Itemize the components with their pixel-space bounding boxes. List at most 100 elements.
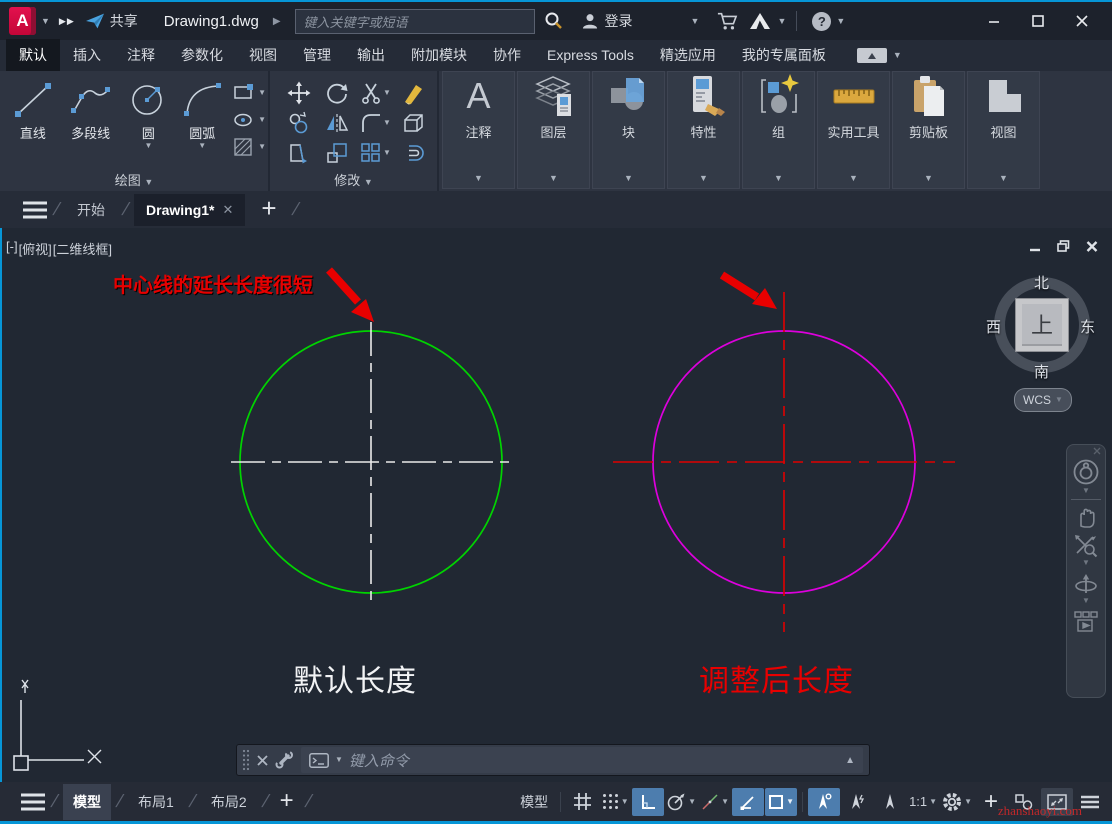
- modify-panel-footer[interactable]: 修改 ▼: [270, 170, 437, 189]
- box-button[interactable]: [401, 111, 425, 135]
- file-tab-drawing1[interactable]: Drawing1* ✕: [134, 194, 245, 226]
- offset-button[interactable]: [401, 141, 425, 165]
- hatch-caret-icon[interactable]: ▼: [258, 143, 266, 151]
- arc-button[interactable]: 圆弧 ▼: [175, 77, 229, 157]
- command-grip-icon[interactable]: [242, 749, 250, 771]
- arc-caret-icon[interactable]: ▼: [198, 142, 206, 150]
- viewport-minimize-icon[interactable]: [1029, 241, 1041, 252]
- orbit-icon[interactable]: [1073, 571, 1099, 597]
- viewport-control-minus[interactable]: [-]: [6, 239, 18, 258]
- viewcube-south[interactable]: 南: [1034, 361, 1049, 382]
- autodesk-logo-icon[interactable]: [743, 7, 777, 35]
- steering-wheel-caret-icon[interactable]: ▼: [1082, 487, 1090, 495]
- ellipse-caret-icon[interactable]: ▼: [258, 116, 266, 124]
- wcs-dropdown[interactable]: WCS▼: [1014, 388, 1072, 412]
- orbit-caret-icon[interactable]: ▼: [1082, 597, 1090, 605]
- steering-wheel-icon[interactable]: [1071, 457, 1101, 487]
- command-input[interactable]: ▼ 键入命令 ▲: [301, 747, 863, 773]
- maximize-button[interactable]: [1016, 6, 1060, 36]
- snap-caret-icon[interactable]: ▼: [621, 798, 629, 806]
- help-icon[interactable]: ?: [807, 7, 836, 35]
- rectangle-caret-icon[interactable]: ▼: [258, 89, 266, 97]
- zoom-caret-icon[interactable]: ▼: [1082, 559, 1090, 567]
- layout-menu-icon[interactable]: [20, 793, 46, 811]
- scale-caret-icon[interactable]: ▼: [929, 798, 937, 806]
- block-panel-caret-icon[interactable]: ▼: [624, 174, 633, 183]
- sign-in-label[interactable]: 登录: [605, 11, 633, 31]
- zoom-extents-icon[interactable]: [1073, 533, 1099, 559]
- groups-panel-caret-icon[interactable]: ▼: [774, 174, 783, 183]
- workspace-caret-icon[interactable]: ▼: [964, 798, 972, 806]
- line-button[interactable]: 直线: [6, 77, 60, 157]
- array-caret-icon[interactable]: ▼: [383, 149, 391, 157]
- workspace-gear-icon[interactable]: ▼: [940, 788, 974, 816]
- isodraft-toggle[interactable]: ▼: [699, 788, 731, 816]
- tab-featured-apps[interactable]: 精选应用: [647, 39, 729, 72]
- showmotion-icon[interactable]: [1072, 609, 1100, 635]
- tab-my-panel[interactable]: 我的专属面板: [729, 39, 839, 72]
- command-wrench-icon[interactable]: [275, 751, 293, 769]
- ellipse-button[interactable]: ▼: [233, 110, 266, 130]
- share-label[interactable]: 共享: [110, 11, 138, 31]
- new-drawing-icon[interactable]: +: [261, 193, 276, 224]
- ribbon-display-toggle[interactable]: [857, 48, 887, 63]
- annotation-scale-value[interactable]: 1:1▼: [907, 788, 939, 816]
- polar-tracking-toggle[interactable]: ▼: [665, 788, 698, 816]
- trim-caret-icon[interactable]: ▼: [383, 89, 391, 97]
- draw-panel-footer[interactable]: 绘图 ▼: [0, 170, 268, 189]
- file-tab-close-icon[interactable]: ✕: [223, 202, 234, 218]
- qat-expand-icon[interactable]: ▶▶: [54, 7, 80, 35]
- osnap-tracking-toggle[interactable]: [732, 788, 764, 816]
- layers-panel-caret-icon[interactable]: ▼: [549, 174, 558, 183]
- grid-display-toggle[interactable]: [566, 788, 598, 816]
- isodraft-caret-icon[interactable]: ▼: [721, 798, 729, 806]
- help-caret-icon[interactable]: ▼: [836, 17, 845, 26]
- panel-properties[interactable]: 特性 ▼: [667, 71, 740, 189]
- fillet-button[interactable]: ▼: [359, 111, 391, 135]
- app-menu-caret-icon[interactable]: ▼: [41, 17, 50, 26]
- minimize-button[interactable]: [972, 6, 1016, 36]
- utilities-panel-caret-icon[interactable]: ▼: [849, 174, 858, 183]
- layout-tab-model[interactable]: 模型: [63, 784, 111, 820]
- object-snap-toggle[interactable]: ▼: [765, 788, 797, 816]
- scale-button[interactable]: [325, 141, 349, 165]
- circle-button[interactable]: 圆 ▼: [122, 77, 176, 157]
- panel-utilities[interactable]: 实用工具 ▼: [817, 71, 890, 189]
- copy-button[interactable]: [287, 111, 311, 135]
- tab-view[interactable]: 视图: [236, 39, 290, 72]
- autodesk-caret-icon[interactable]: ▼: [777, 17, 786, 26]
- viewport-restore-icon[interactable]: [1057, 240, 1070, 252]
- viewport-control-view[interactable]: [俯视]: [19, 239, 52, 258]
- navbar-close-icon[interactable]: [1093, 447, 1101, 455]
- circle-caret-icon[interactable]: ▼: [144, 142, 152, 150]
- command-history-icon[interactable]: ▲: [845, 755, 855, 766]
- command-prompt-icon[interactable]: [309, 753, 329, 768]
- ribbon-display-caret-icon[interactable]: ▼: [893, 51, 902, 60]
- tab-express-tools[interactable]: Express Tools: [534, 41, 647, 70]
- snap-mode-toggle[interactable]: ▼: [599, 788, 631, 816]
- stretch-button[interactable]: [287, 141, 311, 165]
- drawing-canvas[interactable]: [-] [俯视] [二维线框] 中心线的延长长度很短 默认长度 调整后长度 上 …: [0, 228, 1112, 782]
- search-icon[interactable]: [539, 7, 569, 35]
- annotation-panel-caret-icon[interactable]: ▼: [474, 174, 483, 183]
- rotate-button[interactable]: [325, 81, 349, 105]
- panel-annotation[interactable]: A 注释 ▼: [442, 71, 515, 189]
- account-caret-icon[interactable]: ▼: [691, 17, 700, 26]
- ortho-mode-toggle[interactable]: [632, 788, 664, 816]
- annotation-scale-icon[interactable]: [874, 788, 906, 816]
- file-tab-menu-icon[interactable]: [22, 201, 48, 219]
- view-panel-caret-icon[interactable]: ▼: [999, 174, 1008, 183]
- panel-view[interactable]: 视图 ▼: [967, 71, 1040, 189]
- tab-manage[interactable]: 管理: [290, 39, 344, 72]
- tab-annotate[interactable]: 注释: [114, 39, 168, 72]
- fillet-caret-icon[interactable]: ▼: [383, 119, 391, 127]
- viewcube-east[interactable]: 东: [1080, 316, 1095, 337]
- tab-home[interactable]: 默认: [6, 39, 60, 72]
- array-button[interactable]: ▼: [359, 141, 391, 165]
- viewcube-west[interactable]: 西: [986, 316, 1001, 337]
- rectangle-button[interactable]: ▼: [233, 83, 266, 103]
- erase-button[interactable]: [401, 81, 425, 105]
- polyline-button[interactable]: 多段线: [60, 77, 122, 157]
- clipboard-panel-caret-icon[interactable]: ▼: [924, 174, 933, 183]
- layout-tab-layout2[interactable]: 布局2: [201, 784, 257, 820]
